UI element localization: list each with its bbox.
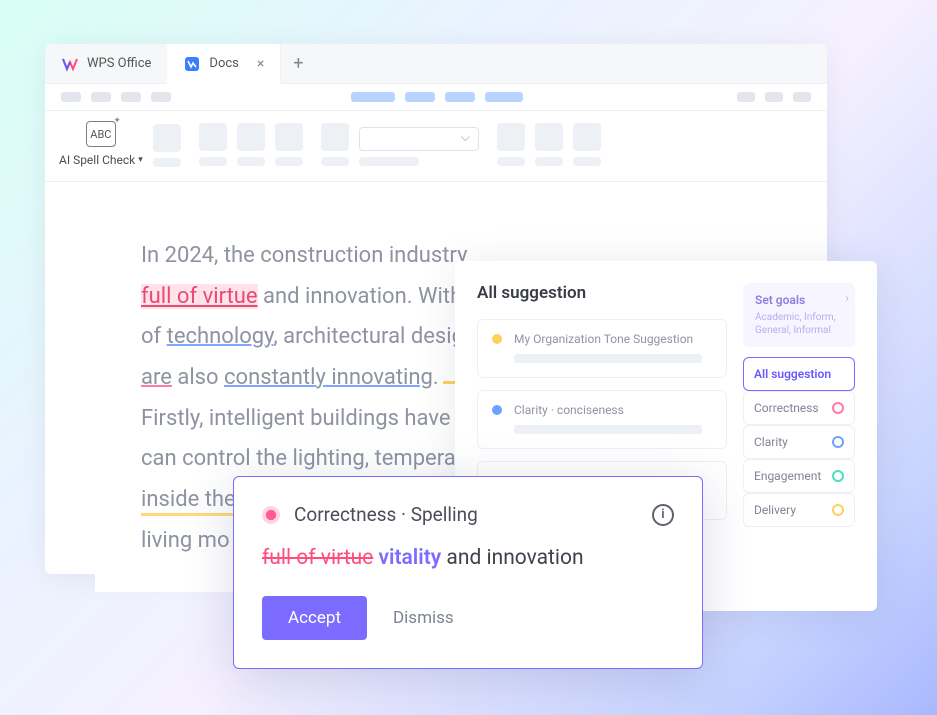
filter-label: Delivery — [754, 503, 796, 517]
wps-logo-icon — [61, 55, 79, 73]
menu-item[interactable] — [121, 92, 141, 102]
original-text: full of virtue — [262, 546, 373, 570]
suggestion-title: My Organization Tone Suggestion — [514, 332, 712, 346]
info-icon[interactable]: i — [652, 504, 674, 526]
spellcheck-icon: ABC — [86, 121, 116, 147]
menu-item[interactable] — [151, 92, 171, 102]
clarity-underline[interactable]: constantly innovating — [224, 365, 433, 390]
ribbon-button[interactable] — [275, 123, 303, 151]
ribbon-button[interactable] — [321, 123, 349, 151]
goals-title: Set goals — [755, 293, 843, 307]
doc-text: In 2024, the construction industry — [141, 243, 467, 268]
new-tab-button[interactable]: + — [281, 53, 315, 74]
filter-ring-icon — [832, 470, 844, 482]
filter-ring-icon — [832, 402, 844, 414]
goals-subtitle: Academic, Inform, General, Informal — [755, 311, 843, 337]
ribbon-button[interactable] — [573, 123, 601, 151]
correction-category: Correctness · Spelling — [294, 503, 478, 526]
dismiss-button[interactable]: Dismiss — [393, 608, 454, 628]
chevron-down-icon: ▾ — [138, 155, 143, 165]
style-underline[interactable]: inside the — [141, 487, 236, 516]
tab-app[interactable]: WPS Office — [45, 44, 167, 84]
suggestion-dot-icon — [492, 405, 502, 415]
filter-ring-icon — [832, 504, 844, 516]
ai-spell-check-button[interactable]: ABC AI Spell Check▾ — [59, 121, 143, 167]
suggestion-title: Clarity · conciseness — [514, 403, 712, 417]
filter-all-suggestion[interactable]: All suggestion — [743, 357, 855, 391]
clarity-underline[interactable]: technology — [167, 324, 274, 349]
panel-title: All suggestion — [477, 283, 727, 303]
ribbon-button[interactable] — [199, 123, 227, 151]
menu-item[interactable] — [445, 92, 475, 102]
filter-label: All suggestion — [754, 367, 831, 381]
ribbon-button[interactable] — [535, 123, 563, 151]
menu-item[interactable] — [61, 92, 81, 102]
set-goals-button[interactable]: Set goals Academic, Inform, General, Inf… — [743, 283, 855, 347]
filter-label: Engagement — [754, 469, 821, 483]
correction-card: Correctness · Spelling i full of virtue … — [233, 476, 703, 669]
correctness-dot-icon — [262, 506, 280, 524]
menu-item[interactable] — [765, 92, 783, 102]
replacement-text: vitality — [379, 546, 442, 570]
accept-button[interactable]: Accept — [262, 596, 367, 640]
filter-ring-icon — [832, 436, 844, 448]
menu-item[interactable] — [793, 92, 811, 102]
suggestion-card[interactable]: Clarity · conciseness — [477, 390, 727, 449]
ribbon-button[interactable] — [237, 123, 265, 151]
menu-item-active[interactable] — [351, 92, 395, 102]
suggestion-preview — [514, 425, 702, 434]
filter-delivery[interactable]: Delivery — [743, 493, 855, 527]
ribbon-button[interactable] — [153, 124, 181, 152]
filter-label: Correctness — [754, 401, 819, 415]
docs-icon — [183, 55, 201, 73]
correction-text: full of virtue vitality and innovation — [262, 546, 674, 570]
chevron-right-icon: › — [845, 291, 849, 305]
ai-label: AI Spell Check — [59, 153, 135, 167]
filter-label: Clarity — [754, 435, 788, 449]
tab-app-label: WPS Office — [87, 56, 151, 71]
menu-item[interactable] — [485, 92, 523, 102]
tab-bar: WPS Office Docs × + — [45, 44, 827, 84]
ribbon-button[interactable] — [497, 123, 525, 151]
ribbon: ABC AI Spell Check▾ — [45, 111, 827, 182]
context-text: and innovation — [446, 546, 583, 570]
filter-clarity[interactable]: Clarity — [743, 425, 855, 459]
menu-item[interactable] — [737, 92, 755, 102]
menu-item[interactable] — [405, 92, 435, 102]
error-highlight[interactable]: full of virtue — [141, 284, 258, 309]
font-select[interactable] — [359, 127, 479, 151]
menu-bar — [45, 84, 827, 111]
suggestion-preview — [514, 354, 702, 363]
close-icon[interactable]: × — [257, 56, 264, 72]
menu-item[interactable] — [91, 92, 111, 102]
filter-engagement[interactable]: Engagement — [743, 459, 855, 493]
tab-doc-label: Docs — [209, 56, 238, 71]
filter-correctness[interactable]: Correctness — [743, 391, 855, 425]
grammar-underline[interactable]: are — [141, 365, 172, 390]
suggestion-card[interactable]: My Organization Tone Suggestion — [477, 319, 727, 378]
ribbon-group-ai: ABC AI Spell Check▾ — [59, 121, 181, 167]
tab-doc[interactable]: Docs × — [167, 44, 281, 84]
suggestion-dot-icon — [492, 334, 502, 344]
